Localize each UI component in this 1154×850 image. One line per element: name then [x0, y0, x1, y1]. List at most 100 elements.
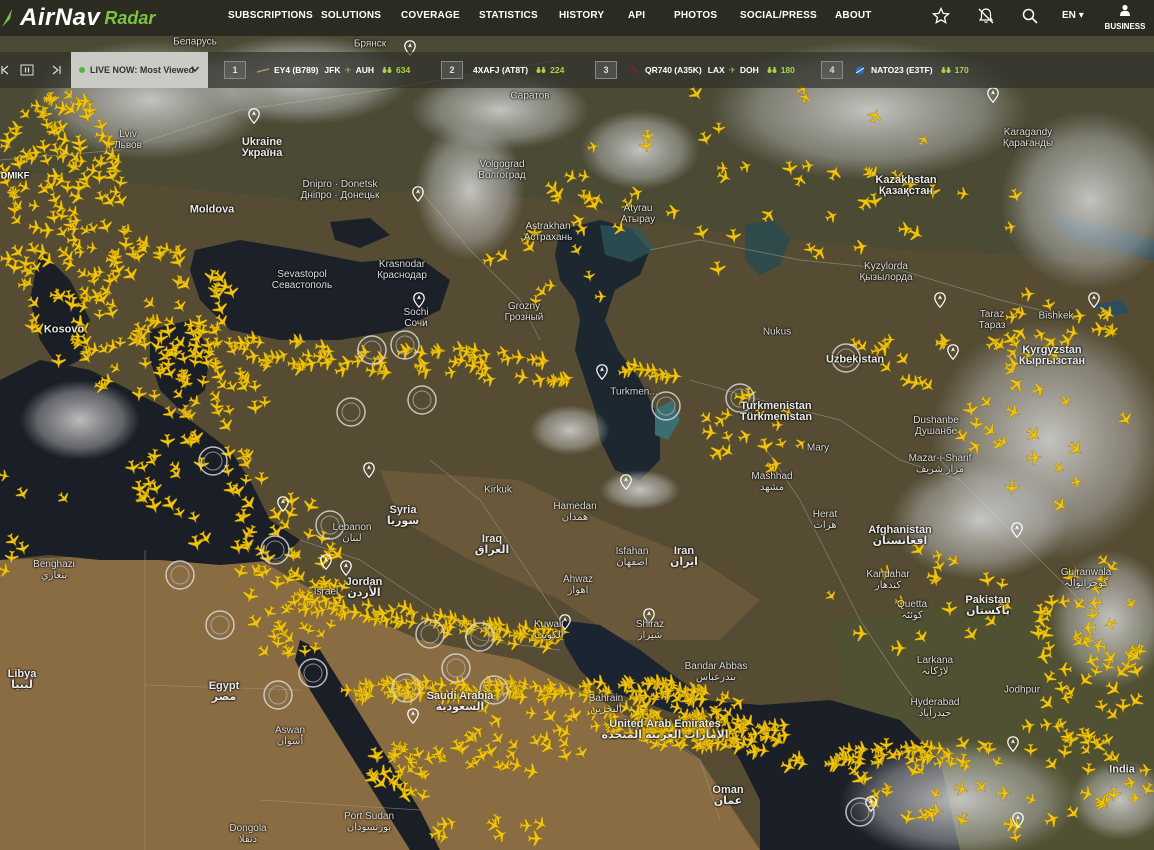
live-now-label: LIVE NOW: Most Viewed: [90, 65, 195, 75]
map-label-shiraz: Shiraz شیراز: [635, 619, 665, 641]
map-label-libya: Libya ليبيا: [7, 668, 37, 691]
flight-callsign: QR740 (A35K): [645, 65, 702, 75]
nav-coverage[interactable]: COVERAGE: [401, 10, 460, 21]
pause-icon[interactable]: [20, 63, 34, 77]
viewer-count-value: 170: [954, 65, 969, 75]
map-label-belarus: Беларусь: [173, 36, 217, 48]
viewer-count-value: 180: [780, 65, 795, 75]
top-navigation: AirNav Radar SUBSCRIPTIONS SOLUTIONS COV…: [0, 0, 1154, 36]
nav-photos[interactable]: PHOTOS: [674, 10, 717, 21]
map-label-karagandy: Karagandy Қарағанды: [1002, 127, 1054, 149]
map-label-iran: Iran ايران: [670, 545, 698, 568]
map-label-pakistan: Pakistan پاکستان: [965, 594, 1011, 617]
viewer-count: 170: [941, 65, 969, 75]
map-label-mary: Mary: [806, 442, 830, 454]
map-label-kyzylorda: Kyzylorda Қызылорда: [859, 261, 913, 283]
map-label-ahvaz: Ahwaz اهواز: [562, 574, 594, 596]
map-label-egypt: Egypt مصر: [208, 680, 240, 703]
map-label-lviv: Lviv Львов: [114, 129, 142, 151]
product-name: Radar: [104, 7, 156, 28]
map-label-india: India: [1109, 763, 1135, 776]
viewer-count-value: 634: [396, 65, 411, 75]
map-label-quetta: Quetta کوئٹہ: [896, 599, 928, 621]
map-label-dushanbe: Dushanbe Душанбе: [913, 415, 959, 437]
previous-icon[interactable]: [0, 63, 10, 77]
chevron-down-icon: [190, 66, 200, 73]
star-icon[interactable]: [932, 7, 950, 25]
map-label-nukus: Nukus: [762, 326, 792, 338]
map-label-dongola: Dongola دنقلا: [229, 823, 267, 845]
map-label-uae: United Arab Emirates الإمارات العربية الم…: [601, 718, 729, 741]
map-label-turkmenistan: Turkmenistan Türkmenistan: [739, 400, 813, 423]
map-label-kuwait: Kuwait الكويت: [533, 619, 565, 641]
map-label-volgograd: Volgograd Волгоград: [478, 159, 526, 181]
live-now-dropdown[interactable]: LIVE NOW: Most Viewed: [71, 52, 208, 88]
flight-destination: AUH: [355, 65, 375, 75]
map-label-krasnodar: Krasnodar Краснодар: [377, 259, 427, 281]
logo-mark-icon: [2, 9, 12, 27]
map-label-oman: Oman عمان: [712, 784, 744, 807]
map-label-hamedan: Hamedan همدان: [553, 501, 597, 523]
map-label-turkmenbashi: Turkmen...: [610, 386, 658, 398]
language-selector[interactable]: EN ▾: [1062, 10, 1084, 21]
business-label: BUSINESS: [1104, 22, 1146, 31]
flight-callsign: EY4 (B789): [274, 65, 319, 75]
map-label-jodhpur: Jodhpur: [1003, 684, 1041, 696]
language-label: EN: [1062, 10, 1076, 21]
viewer-count-value: 224: [550, 65, 565, 75]
map-label-isfahan: Isfahan اصفهان: [615, 546, 649, 568]
nav-solutions[interactable]: SOLUTIONS: [321, 10, 381, 21]
map-label-jordan: Jordan الأردن: [345, 576, 383, 599]
flight-destination: DOH: [739, 65, 759, 75]
next-icon[interactable]: [50, 63, 64, 77]
live-flight-2[interactable]: 2 4XAFJ (AT8T) 224: [441, 60, 564, 80]
viewer-count: 224: [536, 65, 564, 75]
flight-map[interactable]: Беларусь Брянск Саратов Lviv Львов Ukraine Укр…: [0, 0, 1154, 850]
map-label-iraq: Iraq العراق: [474, 533, 510, 556]
brand-name: AirNav: [20, 4, 101, 31]
map-label-sevastopol: Sevastopol Севастополь: [271, 269, 333, 291]
search-icon[interactable]: [1021, 7, 1039, 25]
map-label-israel: Israel: [313, 586, 339, 598]
route-arrow-icon: ✈: [728, 64, 736, 75]
map-label-hyderabad: Hyderabad حیدرآباد: [910, 697, 960, 719]
flight-rank: 2: [441, 61, 463, 79]
user-icon: [1120, 4, 1130, 16]
flight-callsign: NATO23 (E3TF): [871, 65, 933, 75]
live-flight-4[interactable]: 4 NATO23 (E3TF) 170: [821, 60, 969, 80]
live-flight-1[interactable]: 1 EY4 (B789) JFK ✈ AUH 634: [224, 60, 410, 80]
flight-callsign: 4XAFJ (AT8T): [473, 65, 529, 75]
map-label-moldova: Moldova: [189, 203, 235, 216]
map-label-taraz: Taraz Тараз: [978, 309, 1006, 331]
route-arrow-icon: ✈: [344, 64, 352, 75]
map-label-bishkek: Bishkek: [1038, 310, 1074, 322]
live-flight-3[interactable]: 3 QR740 (A35K) LAX ✈ DOH 180: [595, 60, 795, 80]
map-canvas[interactable]: [0, 0, 1154, 850]
map-label-sochi: Sochi Сочи: [403, 307, 429, 329]
nav-api[interactable]: API: [628, 10, 645, 21]
map-label-larkana: Larkana لاڑکانہ: [916, 655, 954, 677]
nav-about[interactable]: ABOUT: [835, 10, 872, 21]
nav-statistics[interactable]: STATISTICS: [479, 10, 538, 21]
nav-history[interactable]: HISTORY: [559, 10, 604, 21]
chevron-down-icon: ▾: [1078, 10, 1084, 21]
map-label-bandarabbas: Bandar Abbas بندرعباس: [684, 661, 748, 683]
map-label-herat: Herat هرات: [812, 509, 838, 531]
airnav-logo[interactable]: AirNav Radar: [0, 2, 155, 34]
airline-logo-icon: [855, 66, 865, 74]
map-label-kandahar: Kandahar کندهار: [866, 569, 910, 591]
nav-subscriptions[interactable]: SUBSCRIPTIONS: [228, 10, 313, 21]
flight-rank: 4: [821, 61, 843, 79]
business-button[interactable]: BUSINESS: [1104, 3, 1146, 31]
map-label-dnipro: Dnipro · Donetsk Дніпро · Донецьк: [300, 179, 380, 201]
map-label-gujranwala: Gujranwala گوجرانوالہ: [1060, 567, 1112, 589]
map-label-kirkuk: Kirkuk: [484, 484, 512, 496]
map-label-astrakhan: Astrakhan Астрахань: [523, 221, 573, 243]
map-label-syria: Syria سوريا: [386, 504, 420, 527]
notifications-off-icon[interactable]: [977, 7, 995, 25]
selected-aircraft-tag[interactable]: DMIKF: [1, 171, 30, 182]
viewer-count: 180: [767, 65, 795, 75]
map-label-grozny: Grozny Грозный: [504, 301, 544, 323]
nav-social-press[interactable]: SOCIAL/PRESS: [740, 10, 817, 21]
viewer-count: 634: [382, 65, 410, 75]
